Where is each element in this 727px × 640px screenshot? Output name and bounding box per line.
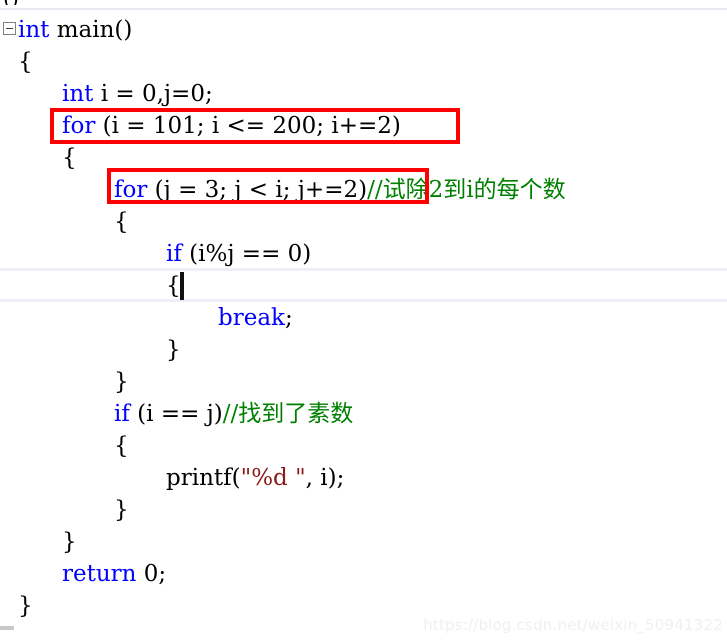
code-line[interactable]: if (i == j)//找到了素数 <box>0 398 727 430</box>
code-text: 0; <box>136 561 167 587</box>
code-editor-canvas[interactable]: () int main(){int i = 0,j=0;for (i = 101… <box>0 0 727 640</box>
code-text: (i = 101; i <= 200; i+=2) <box>95 113 401 139</box>
code-line[interactable]: { <box>0 142 727 174</box>
code-keyword: if <box>114 401 130 427</box>
top-divider-rule <box>0 8 727 10</box>
code-comment: //找到了素数 <box>222 401 354 427</box>
code-text: } <box>18 593 33 619</box>
code-line[interactable]: return 0; <box>0 558 727 590</box>
bottom-left-edge-tick <box>0 626 14 630</box>
code-line[interactable]: } <box>0 526 727 558</box>
csdn-watermark: https://blog.csdn.net/weixin_50941322 <box>423 616 723 634</box>
code-line[interactable]: { <box>0 46 727 78</box>
code-text: } <box>166 337 181 363</box>
text-caret <box>180 272 184 300</box>
code-text: i = 0,j=0; <box>93 81 213 107</box>
code-text: { <box>114 209 129 235</box>
code-keyword: if <box>166 241 182 267</box>
code-text: , i); <box>305 465 345 491</box>
code-text: (i%j == 0) <box>181 241 312 267</box>
code-text: } <box>62 529 77 555</box>
code-keyword: break <box>218 305 285 331</box>
code-line[interactable]: } <box>0 366 727 398</box>
code-keyword: for <box>114 177 148 203</box>
code-text: } <box>114 497 129 523</box>
code-line[interactable]: { <box>0 206 727 238</box>
code-string-literal: "%d " <box>240 465 306 491</box>
code-text: { <box>114 433 129 459</box>
code-text: { <box>62 145 77 171</box>
code-line[interactable]: } <box>0 334 727 366</box>
code-text: main() <box>49 17 133 43</box>
code-line[interactable]: int i = 0,j=0; <box>0 78 727 110</box>
code-line[interactable]: } <box>0 494 727 526</box>
code-keyword: int <box>62 81 94 107</box>
code-line[interactable]: { <box>0 270 727 302</box>
code-keyword: for <box>62 113 96 139</box>
code-text: ; <box>284 305 293 331</box>
code-text: { <box>166 273 181 299</box>
code-text: (i == j) <box>129 401 223 427</box>
code-line[interactable]: break; <box>0 302 727 334</box>
code-line[interactable]: printf("%d ", i); <box>0 462 727 494</box>
code-text: } <box>114 369 129 395</box>
code-line[interactable]: for (i = 101; i <= 200; i+=2) <box>0 110 727 142</box>
code-line[interactable]: if (i%j == 0) <box>0 238 727 270</box>
code-comment: //试除2到i的每个数 <box>367 177 566 203</box>
code-keyword: int <box>18 17 50 43</box>
code-text: printf( <box>166 465 241 491</box>
clipped-previous-line: () <box>3 0 18 5</box>
code-text: (j = 3; j < i; j+=2) <box>147 177 368 203</box>
code-line[interactable]: int main() <box>0 14 727 46</box>
code-keyword: return <box>62 561 137 587</box>
code-text: { <box>18 49 33 75</box>
code-line[interactable]: { <box>0 430 727 462</box>
code-line[interactable]: for (j = 3; j < i; j+=2)//试除2到i的每个数 <box>0 174 727 206</box>
